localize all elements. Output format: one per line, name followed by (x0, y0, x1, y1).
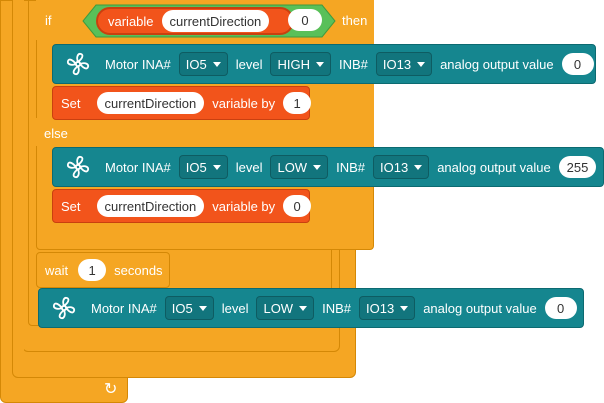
inb-label: INB# (336, 159, 365, 175)
level-value: LOW (277, 159, 308, 175)
fan-icon (66, 52, 90, 76)
chevron-down-icon (212, 61, 221, 67)
analog-value-input[interactable]: 0 (544, 297, 577, 319)
chevron-down-icon (198, 305, 207, 311)
wait-value-input[interactable]: 1 (78, 259, 107, 281)
set-value-input[interactable]: 0 (283, 195, 312, 217)
variable-by-label: variable by (212, 198, 276, 214)
level-value: LOW (263, 300, 294, 316)
chevron-down-icon (414, 164, 423, 170)
condition-variable-name[interactable]: currentDirection (161, 10, 270, 32)
inb-dropdown[interactable]: IO13 (373, 155, 430, 179)
ina-dropdown[interactable]: IO5 (164, 296, 214, 320)
variable-label: variable (108, 13, 154, 29)
set-variable-name[interactable]: currentDirection (96, 92, 205, 114)
if-label: if (45, 13, 52, 28)
motor-block-2[interactable]: Motor INA# IO5 level LOW INB# IO13 analo… (52, 147, 604, 187)
inb-label: INB# (322, 300, 351, 316)
analog-label: analog output value (423, 300, 537, 316)
set-value-input[interactable]: 1 (283, 92, 312, 114)
ina-value: IO5 (185, 159, 207, 175)
motor-label: Motor INA# (91, 300, 157, 316)
inb-value: IO13 (380, 159, 409, 175)
level-value: HIGH (277, 56, 310, 72)
condition-value-input[interactable]: 0 (288, 9, 322, 31)
inb-dropdown[interactable]: IO13 (375, 52, 433, 76)
chevron-down-icon (299, 305, 308, 311)
wait-block[interactable]: wait 1 seconds (36, 252, 170, 288)
motor-label: Motor INA# (105, 159, 171, 175)
condition-variable-block[interactable]: variable currentDirection (96, 7, 294, 35)
motor-label: Motor INA# (105, 56, 171, 72)
fan-icon (52, 296, 76, 320)
motor-block-3[interactable]: Motor INA# IO5 level LOW INB# IO13 analo… (38, 288, 584, 328)
variable-by-label: variable by (212, 95, 276, 111)
motor-block-1[interactable]: Motor INA# IO5 level HIGH INB# IO13 anal… (52, 44, 596, 84)
chevron-down-icon (212, 164, 221, 170)
fan-icon (66, 155, 90, 179)
inb-value: IO13 (382, 56, 412, 72)
level-dropdown[interactable]: HIGH (270, 52, 331, 76)
inb-dropdown[interactable]: IO13 (359, 296, 416, 320)
ina-dropdown[interactable]: IO5 (178, 52, 228, 76)
loop-arrow-icon: ↻ (104, 381, 118, 398)
set-variable-block-1[interactable]: Set currentDirection variable by 1 (52, 86, 312, 120)
level-label: level (235, 56, 263, 72)
analog-value-input[interactable]: 0 (561, 53, 594, 75)
chevron-down-icon (400, 305, 409, 311)
analog-value-input[interactable]: 255 (558, 156, 597, 178)
set-label: Set (61, 198, 81, 214)
wait-label: wait (45, 262, 69, 278)
level-dropdown[interactable]: LOW (270, 155, 329, 179)
analog-label: analog output value (440, 56, 554, 72)
set-variable-name[interactable]: currentDirection (96, 195, 205, 217)
then-label: then (342, 13, 368, 28)
analog-label: analog output value (437, 159, 551, 175)
chevron-down-icon (313, 164, 322, 170)
ina-dropdown[interactable]: IO5 (178, 155, 228, 179)
ina-value: IO5 (171, 300, 193, 316)
level-label: level (221, 300, 249, 316)
inb-label: INB# (338, 56, 368, 72)
set-label: Set (61, 95, 81, 111)
seconds-label: seconds (114, 262, 163, 278)
chevron-down-icon (315, 61, 324, 67)
level-dropdown[interactable]: LOW (256, 296, 315, 320)
level-label: level (235, 159, 263, 175)
set-variable-block-2[interactable]: Set currentDirection variable by 0 (52, 189, 312, 223)
ina-value: IO5 (185, 56, 207, 72)
else-label: else (44, 126, 68, 141)
chevron-down-icon (417, 61, 426, 67)
inb-value: IO13 (366, 300, 395, 316)
